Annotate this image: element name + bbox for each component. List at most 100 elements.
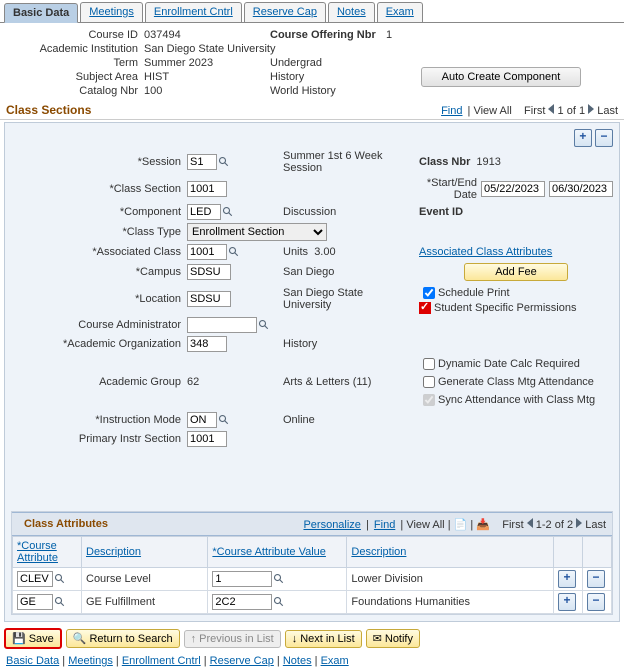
attr-val-input[interactable] — [212, 571, 272, 587]
ddc-checkbox[interactable] — [423, 358, 435, 370]
table-row: GE Fulfillment Foundations Humanities + … — [13, 591, 612, 614]
notify-button[interactable]: ✉Notify — [366, 629, 420, 648]
row-del-button[interactable]: − — [587, 593, 605, 611]
section-form: *Session Summer 1st 6 Week Session Class… — [11, 150, 613, 447]
assoc-attr-link[interactable]: Associated Class Attributes — [419, 246, 552, 258]
schedule-print-label: Schedule Print — [438, 287, 510, 299]
units-value: 3.00 — [314, 246, 335, 258]
assoc-class-label: *Associated Class — [11, 246, 181, 258]
classnbr-value: 1913 — [476, 156, 500, 168]
foot-exam[interactable]: Exam — [321, 655, 349, 667]
prev-icon[interactable] — [548, 104, 554, 114]
foot-basic-data[interactable]: Basic Data — [6, 655, 59, 667]
ssp-label: Student Specific Permissions — [434, 302, 576, 314]
foot-enroll[interactable]: Enrollment Cntrl — [122, 655, 201, 667]
lookup-icon[interactable] — [221, 205, 235, 219]
foot-notes[interactable]: Notes — [283, 655, 312, 667]
lookup-icon[interactable] — [217, 155, 231, 169]
lookup-icon[interactable] — [227, 245, 241, 259]
attr-first[interactable]: First — [502, 519, 523, 531]
find-link[interactable]: Find — [441, 105, 462, 117]
term-label: Term — [8, 57, 138, 69]
end-date-input[interactable] — [549, 181, 613, 197]
start-date-input[interactable] — [481, 181, 545, 197]
agrp-desc: Arts & Letters (11) — [283, 376, 413, 388]
gcma-checkbox[interactable] — [423, 376, 435, 388]
col-attr[interactable]: *Course Attribute — [13, 537, 82, 568]
aorg-input[interactable] — [187, 336, 227, 352]
foot-reserve[interactable]: Reserve Cap — [210, 655, 274, 667]
col-valdesc[interactable]: Description — [347, 537, 554, 568]
zoom-icon[interactable]: 📄 — [454, 519, 468, 531]
cat-desc: World History — [270, 85, 380, 97]
attr-desc: GE Fulfillment — [82, 591, 208, 614]
col-val[interactable]: *Course Attribute Value — [208, 537, 347, 568]
attr-viewall[interactable]: View All — [406, 519, 444, 531]
last-link[interactable]: Last — [597, 105, 618, 117]
first-link[interactable]: First — [524, 105, 545, 117]
delete-row-button[interactable]: − — [595, 129, 613, 147]
inst-label: Academic Institution — [8, 43, 138, 55]
lookup-icon[interactable] — [217, 413, 231, 427]
next-icon[interactable] — [588, 104, 594, 114]
row-add-button[interactable]: + — [558, 570, 576, 588]
lookup-icon[interactable] — [53, 595, 67, 609]
col-desc[interactable]: Description — [82, 537, 208, 568]
attr-next-icon[interactable] — [576, 518, 582, 528]
attr-val-input[interactable] — [212, 594, 272, 610]
schedule-print-checkbox[interactable] — [423, 287, 435, 299]
prev-list-button: ↑Previous in List — [184, 630, 281, 648]
lookup-icon[interactable] — [53, 572, 67, 586]
button-bar: 💾Save 🔍Return to Search ↑Previous in Lis… — [0, 624, 624, 653]
attr-last[interactable]: Last — [585, 519, 606, 531]
subj-value: HIST — [144, 71, 264, 83]
location-input[interactable] — [187, 291, 231, 307]
campus-label: *Campus — [11, 266, 181, 278]
lookup-icon[interactable] — [272, 595, 286, 609]
next-list-button[interactable]: ↓Next in List — [285, 630, 362, 648]
component-desc: Discussion — [283, 206, 413, 218]
attr-code-input[interactable] — [17, 571, 53, 587]
lookup-icon[interactable] — [272, 572, 286, 586]
tab-reserve-cap[interactable]: Reserve Cap — [244, 2, 326, 22]
attr-prev-icon[interactable] — [527, 518, 533, 528]
admin-label: Course Administrator — [11, 319, 181, 331]
attr-code-input[interactable] — [17, 594, 53, 610]
add-fee-button[interactable]: Add Fee — [464, 263, 568, 281]
tab-meetings[interactable]: Meetings — [80, 2, 143, 22]
header-grid: Course ID 037494 Course Offering Nbr 1 A… — [0, 23, 624, 101]
save-button[interactable]: 💾Save — [4, 628, 62, 649]
attr-find-link[interactable]: Find — [374, 519, 395, 531]
pis-label: Primary Instr Section — [11, 433, 181, 445]
view-all-link[interactable]: View All — [473, 105, 511, 117]
row-add-button[interactable]: + — [558, 593, 576, 611]
imode-input[interactable] — [187, 412, 217, 428]
event-id-label: Event ID — [419, 206, 463, 218]
class-type-select[interactable]: Enrollment Section — [187, 223, 327, 241]
download-icon[interactable]: 📥 — [476, 519, 490, 531]
assoc-class-input[interactable] — [187, 244, 227, 260]
personalize-link[interactable]: Personalize — [303, 519, 360, 531]
imode-label: *Instruction Mode — [11, 414, 181, 426]
campus-input[interactable] — [187, 264, 231, 280]
pis-input[interactable] — [187, 431, 227, 447]
term-value: Summer 2023 — [144, 57, 264, 69]
tab-enroll-cntrl[interactable]: Enrollment Cntrl — [145, 2, 242, 22]
tab-exam[interactable]: Exam — [377, 2, 423, 22]
lookup-icon[interactable] — [257, 318, 271, 332]
tab-basic-data[interactable]: Basic Data — [4, 3, 78, 23]
class-section-input[interactable] — [187, 181, 227, 197]
return-search-button[interactable]: 🔍Return to Search — [66, 629, 180, 648]
cat-label: Catalog Nbr — [8, 85, 138, 97]
foot-meetings[interactable]: Meetings — [68, 655, 113, 667]
admin-input[interactable] — [187, 317, 257, 333]
section-nav: Find | View All First 1 of 1 Last — [439, 104, 618, 117]
tab-notes[interactable]: Notes — [328, 2, 375, 22]
component-input[interactable] — [187, 204, 221, 220]
location-label: *Location — [11, 293, 181, 305]
subj-desc: History — [270, 71, 380, 83]
add-row-button[interactable]: + — [574, 129, 592, 147]
row-del-button[interactable]: − — [587, 570, 605, 588]
session-input[interactable] — [187, 154, 217, 170]
auto-create-button[interactable]: Auto Create Component — [421, 67, 582, 87]
